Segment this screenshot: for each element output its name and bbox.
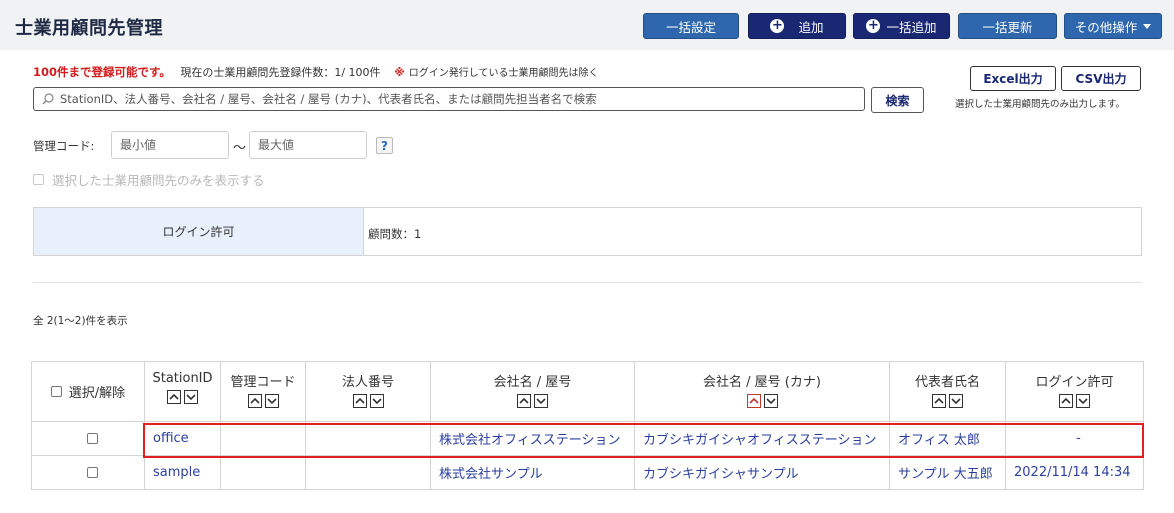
checkbox-icon[interactable] <box>50 386 62 397</box>
checkbox-icon <box>33 174 44 185</box>
col-code: 管理コード <box>220 361 306 422</box>
login-note: ログイン発行している士業用顧問先は除く <box>408 68 599 79</box>
note-mark: ※ <box>394 66 405 79</box>
excel-export-button[interactable]: Excel出力 <box>970 66 1056 91</box>
search-input[interactable] <box>60 90 860 108</box>
help-icon[interactable]: ? <box>376 137 393 154</box>
login-permit-label: ログイン許可 <box>34 208 364 255</box>
col-label: ログイン許可 <box>1035 375 1114 390</box>
bulk-add-button[interactable]: + 一括追加 <box>853 13 950 39</box>
col-company: 会社名 / 屋号 <box>430 361 635 422</box>
cell-company-kana[interactable]: カブシキガイシャオフィスステーション <box>634 421 890 456</box>
sort-up-icon[interactable] <box>352 394 367 408</box>
only-selected-checkbox[interactable]: 選択した士業用顧問先のみを表示する <box>33 170 265 189</box>
select-all-label: 選択/解除 <box>68 386 126 401</box>
other-ops-label: その他操作 <box>1074 19 1138 35</box>
col-select-all[interactable]: 選択/解除 <box>31 361 145 422</box>
plus-circle-icon: + <box>770 18 785 33</box>
col-company-kana: 会社名 / 屋号 (カナ) <box>634 361 890 422</box>
sort-down-icon[interactable] <box>1076 394 1090 408</box>
cell-corp-no <box>305 455 431 490</box>
col-label: StationID <box>152 371 213 386</box>
search-icon <box>42 93 54 105</box>
client-table: 選択/解除 StationID 管理コード 法人番号 会社名 / 屋号 会社名 … <box>31 361 1144 490</box>
code-label: 管理コード: <box>33 139 95 153</box>
row-checkbox[interactable] <box>86 433 98 444</box>
plus-circle-icon: + <box>866 18 881 33</box>
cell-company-kana[interactable]: カブシキガイシャサンプル <box>634 455 890 490</box>
table-header-row: 選択/解除 StationID 管理コード 法人番号 会社名 / 屋号 会社名 … <box>31 361 1144 422</box>
sort-up-icon[interactable] <box>517 394 531 408</box>
sort-down-icon[interactable] <box>763 394 778 408</box>
search-box <box>33 87 865 111</box>
col-corp-no: 法人番号 <box>305 361 431 422</box>
search-button[interactable]: 検索 <box>871 87 924 113</box>
col-label: 法人番号 <box>341 375 394 390</box>
sort-up-icon[interactable] <box>167 390 181 404</box>
col-stationid: StationID <box>144 361 221 422</box>
advisor-count: 顧問数：1 <box>368 227 422 241</box>
row-select <box>31 421 145 456</box>
col-representative: 代表者氏名 <box>889 361 1006 422</box>
cell-stationid[interactable]: office <box>144 421 221 456</box>
cell-stationid[interactable]: sample <box>144 455 221 490</box>
cell-login-permit: 2022/11/14 14:34 <box>1005 455 1144 490</box>
cell-representative[interactable]: サンプル 大五郎 <box>889 455 1006 490</box>
export-note: 選択した士業用顧問先のみ出力します。 <box>955 99 1126 110</box>
cell-login-permit: - <box>1005 421 1144 456</box>
bulk-update-button[interactable]: 一括更新 <box>958 13 1057 39</box>
sort-down-icon[interactable] <box>369 394 384 408</box>
limit-text: 100件まで登録可能です。 <box>33 65 171 79</box>
sort-down-icon[interactable] <box>534 394 548 408</box>
col-label: 管理コード <box>230 375 296 390</box>
cell-representative[interactable]: オフィス 太郎 <box>889 421 1006 456</box>
cell-company[interactable]: 株式会社サンプル <box>430 455 635 490</box>
cell-company[interactable]: 株式会社オフィスステーション <box>430 421 635 456</box>
cell-code <box>220 421 306 456</box>
code-max-input[interactable] <box>249 131 367 159</box>
row-checkbox[interactable] <box>86 467 98 478</box>
sort-up-icon[interactable] <box>247 394 262 408</box>
page-title: 士業用顧問先管理 <box>15 18 163 39</box>
sort-up-icon[interactable] <box>1059 394 1073 408</box>
table-row: office 株式会社オフィスステーション カブシキガイシャオフィスステーション… <box>31 421 1144 456</box>
bulk-update-label: 一括更新 <box>982 19 1033 35</box>
add-label: 追加 <box>798 19 824 35</box>
sort-down-icon[interactable] <box>264 394 279 408</box>
current-count: 現在の士業用顧問先登録件数：1/ 100件 <box>180 66 381 79</box>
col-label: 会社名 / 屋号 (カナ) <box>703 375 821 390</box>
bulk-settings-label: 一括設定 <box>665 19 716 35</box>
col-label: 代表者氏名 <box>914 375 980 390</box>
limit-info: 100件まで登録可能です。 現在の士業用顧問先登録件数：1/ 100件 ※ ログイ… <box>33 64 598 80</box>
sort-down-icon[interactable] <box>949 394 963 408</box>
cell-corp-no <box>305 421 431 456</box>
col-label: 会社名 / 屋号 <box>493 375 572 390</box>
only-selected-label: 選択した士業用顧問先のみを表示する <box>52 173 265 188</box>
bulk-add-label: 一括追加 <box>886 19 937 35</box>
table-row: sample 株式会社サンプル カブシキガイシャサンプル サンプル 大五郎 20… <box>31 455 1144 490</box>
other-ops-dropdown[interactable]: その他操作 <box>1064 13 1162 39</box>
stats-panel: ログイン許可 顧問数：1 <box>33 207 1142 256</box>
cell-code <box>220 455 306 490</box>
caret-down-icon <box>1143 23 1152 29</box>
result-count: 全 2(1～2)件を表示 <box>33 315 128 327</box>
sort-up-icon[interactable] <box>932 394 946 408</box>
divider <box>33 282 1142 283</box>
csv-export-button[interactable]: CSV出力 <box>1061 66 1141 91</box>
range-tilde: ～ <box>233 141 247 156</box>
sort-down-icon[interactable] <box>184 390 198 404</box>
code-min-input[interactable] <box>111 131 229 159</box>
bulk-settings-button[interactable]: 一括設定 <box>643 13 739 39</box>
col-login-permit: ログイン許可 <box>1005 361 1144 422</box>
add-button[interactable]: + 追加 <box>748 13 846 39</box>
sort-up-icon[interactable] <box>746 394 761 408</box>
row-select <box>31 455 145 490</box>
